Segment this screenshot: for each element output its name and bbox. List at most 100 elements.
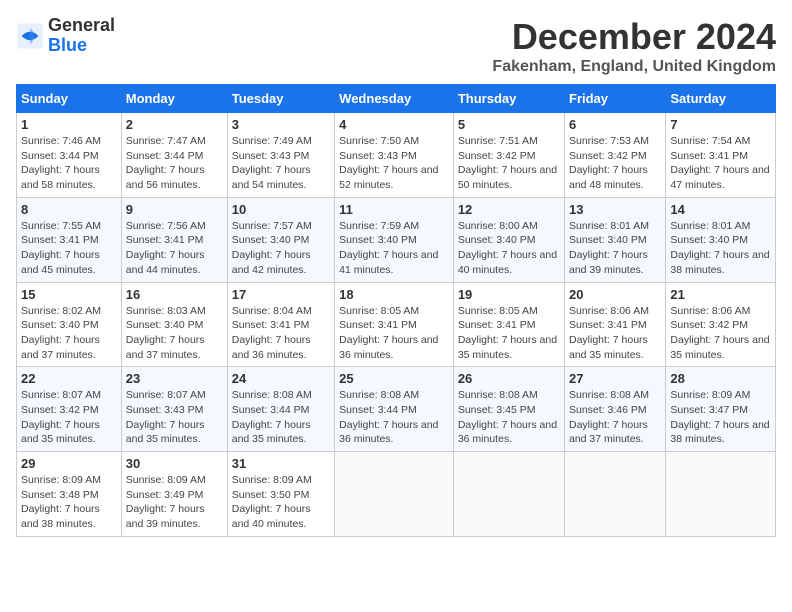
- calendar-cell: 20 Sunrise: 8:06 AMSunset: 3:41 PMDayligh…: [565, 282, 666, 367]
- day-info: Sunrise: 8:09 AMSunset: 3:49 PMDaylight:…: [126, 473, 223, 532]
- calendar-cell: 6Sunrise: 7:53 AMSunset: 3:42 PMDaylight…: [565, 113, 666, 198]
- calendar-table: SundayMondayTuesdayWednesdayThursdayFrid…: [16, 84, 776, 537]
- calendar-cell: 9 Sunrise: 7:56 AMSunset: 3:41 PMDaylight…: [121, 197, 227, 282]
- calendar-cell: [565, 452, 666, 537]
- calendar-cell: [666, 452, 776, 537]
- calendar-header-saturday: Saturday: [666, 85, 776, 113]
- calendar-cell: 2 Sunrise: 7:47 AMSunset: 3:44 PMDaylight…: [121, 113, 227, 198]
- day-info: Sunrise: 8:07 AMSunset: 3:42 PMDaylight:…: [21, 388, 117, 447]
- day-number: 4: [339, 117, 449, 132]
- day-info: Sunrise: 8:08 AMSunset: 3:45 PMDaylight:…: [458, 388, 560, 447]
- logo-icon: [16, 22, 44, 50]
- calendar-cell: 16 Sunrise: 8:03 AMSunset: 3:40 PMDayligh…: [121, 282, 227, 367]
- calendar-cell: 7Sunrise: 7:54 AMSunset: 3:41 PMDaylight…: [666, 113, 776, 198]
- day-number: 19: [458, 287, 560, 302]
- day-info: Sunrise: 8:04 AMSunset: 3:41 PMDaylight:…: [232, 304, 330, 363]
- calendar-header-wednesday: Wednesday: [335, 85, 454, 113]
- day-info: Sunrise: 7:50 AMSunset: 3:43 PMDaylight:…: [339, 134, 449, 193]
- day-number: 3: [232, 117, 330, 132]
- calendar-cell: 23Sunrise: 8:07 AMSunset: 3:43 PMDayligh…: [121, 367, 227, 452]
- calendar-cell: 28 Sunrise: 8:09 AMSunset: 3:47 PMDayligh…: [666, 367, 776, 452]
- day-number: 28: [670, 371, 771, 386]
- day-number: 31: [232, 456, 330, 471]
- calendar-cell: 5 Sunrise: 7:51 AMSunset: 3:42 PMDaylight…: [453, 113, 564, 198]
- day-info: Sunrise: 8:06 AMSunset: 3:41 PMDaylight:…: [569, 304, 661, 363]
- day-info: Sunrise: 8:07 AMSunset: 3:43 PMDaylight:…: [126, 388, 223, 447]
- day-info: Sunrise: 7:57 AMSunset: 3:40 PMDaylight:…: [232, 219, 330, 278]
- calendar-title: December 2024: [492, 16, 776, 58]
- calendar-subtitle: Fakenham, England, United Kingdom: [492, 58, 776, 76]
- calendar-cell: 22Sunrise: 8:07 AMSunset: 3:42 PMDayligh…: [17, 367, 122, 452]
- calendar-header-tuesday: Tuesday: [227, 85, 334, 113]
- day-number: 9: [126, 202, 223, 217]
- day-number: 14: [670, 202, 771, 217]
- calendar-cell: 4 Sunrise: 7:50 AMSunset: 3:43 PMDaylight…: [335, 113, 454, 198]
- day-number: 27: [569, 371, 661, 386]
- calendar-header-thursday: Thursday: [453, 85, 564, 113]
- day-info: Sunrise: 7:46 AMSunset: 3:44 PMDaylight:…: [21, 134, 117, 193]
- day-info: Sunrise: 8:01 AMSunset: 3:40 PMDaylight:…: [569, 219, 661, 278]
- calendar-cell: 1Sunrise: 7:46 AMSunset: 3:44 PMDaylight…: [17, 113, 122, 198]
- day-info: Sunrise: 8:01 AMSunset: 3:40 PMDaylight:…: [670, 219, 771, 278]
- calendar-cell: 8Sunrise: 7:55 AMSunset: 3:41 PMDaylight…: [17, 197, 122, 282]
- calendar-header-row: SundayMondayTuesdayWednesdayThursdayFrid…: [17, 85, 776, 113]
- calendar-cell: 17 Sunrise: 8:04 AMSunset: 3:41 PMDayligh…: [227, 282, 334, 367]
- day-number: 17: [232, 287, 330, 302]
- day-number: 5: [458, 117, 560, 132]
- day-info: Sunrise: 8:02 AMSunset: 3:40 PMDaylight:…: [21, 304, 117, 363]
- calendar-cell: 31Sunrise: 8:09 AMSunset: 3:50 PMDayligh…: [227, 452, 334, 537]
- day-number: 12: [458, 202, 560, 217]
- day-info: Sunrise: 7:59 AMSunset: 3:40 PMDaylight:…: [339, 219, 449, 278]
- day-number: 10: [232, 202, 330, 217]
- day-info: Sunrise: 8:09 AMSunset: 3:47 PMDaylight:…: [670, 388, 771, 447]
- day-info: Sunrise: 7:51 AMSunset: 3:42 PMDaylight:…: [458, 134, 560, 193]
- day-number: 24: [232, 371, 330, 386]
- calendar-cell: [335, 452, 454, 537]
- day-info: Sunrise: 8:08 AMSunset: 3:44 PMDaylight:…: [232, 388, 330, 447]
- day-info: Sunrise: 8:03 AMSunset: 3:40 PMDaylight:…: [126, 304, 223, 363]
- day-number: 6: [569, 117, 661, 132]
- day-number: 11: [339, 202, 449, 217]
- calendar-cell: 29 Sunrise: 8:09 AMSunset: 3:48 PMDayligh…: [17, 452, 122, 537]
- day-info: Sunrise: 7:47 AMSunset: 3:44 PMDaylight:…: [126, 134, 223, 193]
- day-number: 29: [21, 456, 117, 471]
- day-info: Sunrise: 8:08 AMSunset: 3:46 PMDaylight:…: [569, 388, 661, 447]
- calendar-cell: 15Sunrise: 8:02 AMSunset: 3:40 PMDayligh…: [17, 282, 122, 367]
- calendar-header-sunday: Sunday: [17, 85, 122, 113]
- day-info: Sunrise: 8:05 AMSunset: 3:41 PMDaylight:…: [339, 304, 449, 363]
- day-number: 13: [569, 202, 661, 217]
- calendar-cell: 3 Sunrise: 7:49 AMSunset: 3:43 PMDaylight…: [227, 113, 334, 198]
- calendar-header-friday: Friday: [565, 85, 666, 113]
- calendar-cell: 19Sunrise: 8:05 AMSunset: 3:41 PMDayligh…: [453, 282, 564, 367]
- day-number: 18: [339, 287, 449, 302]
- calendar-cell: 12Sunrise: 8:00 AMSunset: 3:40 PMDayligh…: [453, 197, 564, 282]
- day-number: 21: [670, 287, 771, 302]
- calendar-cell: 24 Sunrise: 8:08 AMSunset: 3:44 PMDayligh…: [227, 367, 334, 452]
- title-section: December 2024 Fakenham, England, United …: [492, 16, 776, 76]
- calendar-cell: 21Sunrise: 8:06 AMSunset: 3:42 PMDayligh…: [666, 282, 776, 367]
- calendar-week-row: 22Sunrise: 8:07 AMSunset: 3:42 PMDayligh…: [17, 367, 776, 452]
- day-info: Sunrise: 7:56 AMSunset: 3:41 PMDaylight:…: [126, 219, 223, 278]
- day-info: Sunrise: 8:09 AMSunset: 3:48 PMDaylight:…: [21, 473, 117, 532]
- calendar-cell: 25 Sunrise: 8:08 AMSunset: 3:44 PMDayligh…: [335, 367, 454, 452]
- calendar-cell: 30 Sunrise: 8:09 AMSunset: 3:49 PMDayligh…: [121, 452, 227, 537]
- calendar-cell: 10 Sunrise: 7:57 AMSunset: 3:40 PMDayligh…: [227, 197, 334, 282]
- logo: General Blue: [16, 16, 115, 56]
- calendar-cell: 13 Sunrise: 8:01 AMSunset: 3:40 PMDayligh…: [565, 197, 666, 282]
- calendar-cell: 11 Sunrise: 7:59 AMSunset: 3:40 PMDayligh…: [335, 197, 454, 282]
- calendar-cell: 27 Sunrise: 8:08 AMSunset: 3:46 PMDayligh…: [565, 367, 666, 452]
- day-info: Sunrise: 7:49 AMSunset: 3:43 PMDaylight:…: [232, 134, 330, 193]
- calendar-cell: 14 Sunrise: 8:01 AMSunset: 3:40 PMDayligh…: [666, 197, 776, 282]
- day-number: 30: [126, 456, 223, 471]
- day-number: 2: [126, 117, 223, 132]
- day-number: 16: [126, 287, 223, 302]
- day-number: 26: [458, 371, 560, 386]
- day-number: 25: [339, 371, 449, 386]
- calendar-cell: 26 Sunrise: 8:08 AMSunset: 3:45 PMDayligh…: [453, 367, 564, 452]
- day-info: Sunrise: 8:08 AMSunset: 3:44 PMDaylight:…: [339, 388, 449, 447]
- calendar-cell: 18 Sunrise: 8:05 AMSunset: 3:41 PMDayligh…: [335, 282, 454, 367]
- calendar-header-monday: Monday: [121, 85, 227, 113]
- calendar-cell: [453, 452, 564, 537]
- day-number: 20: [569, 287, 661, 302]
- calendar-week-row: 8Sunrise: 7:55 AMSunset: 3:41 PMDaylight…: [17, 197, 776, 282]
